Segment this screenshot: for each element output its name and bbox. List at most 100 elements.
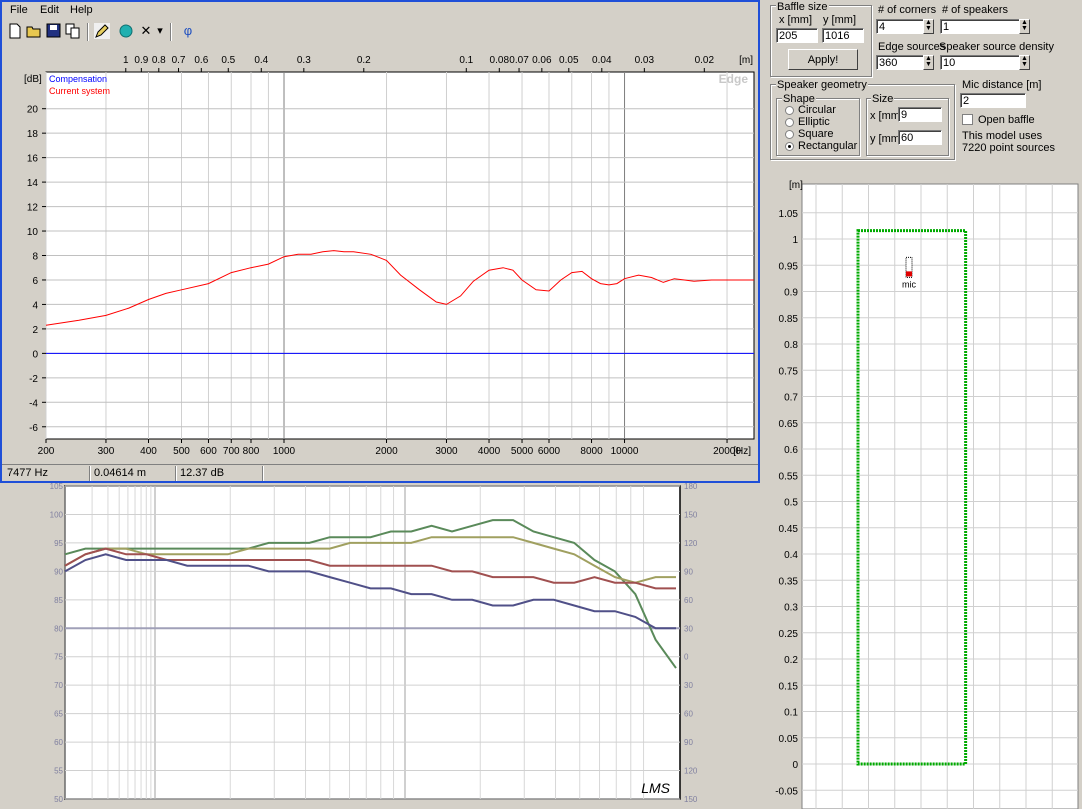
new-file-icon[interactable] [7,23,23,39]
speakers-input[interactable]: 1 [940,19,1030,34]
radio-rectangular[interactable] [785,142,794,151]
baffle-y-tick-label: 0.9 [784,288,798,299]
lms-y2-tick-label: 120 [684,539,698,548]
y-tick-label: 16 [27,154,39,165]
top-tick-label: 0.2 [357,55,371,66]
x-tick-label: 700 [223,446,240,457]
y-tick-label: 14 [27,178,39,189]
baffle-x-label: x [mm] [779,14,812,26]
lms-y-tick-label: 50 [54,795,63,804]
lms-y-tick-label: 80 [54,624,63,633]
density-input[interactable]: 10 [940,55,1030,70]
frequency-response-plot[interactable]: -6 -4 -2 0 2 4 6 8 10 12 14 16 18 20 200 300 400 500 600 70… [2,44,758,464]
lms-y2-tick-label: 180 [684,483,698,491]
y-tick-label: 6 [32,276,38,287]
mic-marker-icon [906,271,912,277]
menu-edit[interactable]: Edit [40,4,59,16]
baffle-plot: -0.05 0 0.05 0.1 0.15 0.2 0.25 0.3 0.35 0.4 0.45 0.… [775,180,1079,809]
baffle-plot-area [801,183,1079,809]
size-x-input[interactable]: 9 [898,107,942,122]
speakers-spinner[interactable]: ▲ ▼ [1019,19,1030,34]
baffle-y-input[interactable]: 1016 [822,28,864,43]
y-tick-label: 4 [32,300,38,311]
save-icon[interactable] [46,23,62,39]
lms-y2-tick-label: 30 [684,624,693,633]
baffle-y-tick-label: 0.25 [779,629,799,640]
main-window: File Edit Help ✕ ▾ φ -6 -4 -2 0 2 4 6 8 10 12 14 16… [0,0,760,483]
copy-icon[interactable] [65,23,81,39]
radio-rectangular-label: Rectangular [798,140,858,152]
top-tick-label: 0.7 [172,55,186,66]
top-tick-label: 0.1 [459,55,473,66]
open-folder-icon[interactable] [26,23,42,39]
radio-circular-label: Circular [798,104,836,116]
status-bar: 7477 Hz 0.04614 m 12.37 dB [2,464,758,482]
open-baffle-checkbox[interactable] [962,114,973,125]
edge-watermark: Edge [719,72,749,86]
menu-file[interactable]: File [10,4,28,16]
legend-current-system: Current system [49,86,110,96]
radio-square-label: Square [798,128,834,140]
geometry-panel: Baffle size x [mm] y [mm] 205 1016 Apply… [766,0,1082,170]
x-tick-label: 6000 [538,446,561,457]
dropdown-icon[interactable]: ▾ [155,23,165,39]
x-tick-label: 800 [243,446,260,457]
baffle-y-tick-label: 0.1 [784,708,798,719]
baffle-y-tick-label: 0.75 [779,366,799,377]
baffle-size-label: Baffle size [776,1,829,13]
edge-sources-spinner[interactable]: ▲ ▼ [923,55,934,70]
lms-y-tick-label: 95 [54,539,63,548]
size-y-input[interactable]: 60 [898,130,942,145]
baffle-y-tick-label: 0.65 [779,419,799,430]
close-x-icon[interactable]: ✕ [138,23,154,39]
radio-elliptic[interactable] [785,118,794,127]
mic-distance-label: Mic distance [m] [962,79,1042,91]
model-note-line1: This model uses [962,130,1043,142]
teal-icon[interactable] [118,23,134,39]
y-tick-label: -2 [29,374,38,385]
lms-y2-tick-label: 60 [684,710,693,719]
edge-sources-label: Edge sources [878,41,946,53]
spin-down-icon: ▼ [925,61,932,68]
phi-icon[interactable]: φ [180,23,196,39]
corners-spinner[interactable]: ▲ ▼ [923,19,934,34]
apply-button[interactable]: Apply! [788,49,858,70]
baffle-x-input[interactable]: 205 [776,28,818,43]
y-axis-unit: [dB] [24,74,42,85]
pencil-icon[interactable] [94,23,110,39]
status-divider [89,466,91,481]
lms-y-tick-label: 60 [54,738,63,747]
menu-help[interactable]: Help [70,4,93,16]
status-frequency: 7477 Hz [7,467,48,479]
baffle-y-tick-label: 0.5 [784,498,798,509]
status-divider [175,466,177,481]
top-tick-label: 0.4 [254,55,268,66]
baffle-y-tick-label: 0.45 [779,524,799,535]
density-spinner[interactable]: ▲ ▼ [1019,55,1030,70]
top-tick-label: 0.8 [152,55,166,66]
lms-y-tick-label: 85 [54,596,63,605]
y-tick-label: 0 [32,349,38,360]
baffle-y-label: y [mm] [823,14,856,26]
top-tick-label: 0.3 [297,55,311,66]
radio-elliptic-label: Elliptic [798,116,830,128]
status-divider [262,466,264,481]
baffle-y-unit: [m] [789,180,803,191]
corners-label: # of corners [878,4,937,16]
top-tick-label: 0.6 [194,55,208,66]
x-tick-label: 2000 [375,446,398,457]
lms-y-tick-label: 55 [54,767,63,776]
lms-y2-tick-label: 0 [684,653,689,662]
speakers-label: # of speakers [942,4,1009,16]
status-level: 12.37 dB [180,467,225,479]
top-tick-label: 0.05 [559,55,579,66]
lms-y-tick-label: 65 [54,710,63,719]
y-tick-label: -4 [29,398,38,409]
baffle-y-tick-label: 0.6 [784,445,798,456]
radio-square[interactable] [785,130,794,139]
top-tick-label: 0.5 [221,55,235,66]
mic-distance-input[interactable]: 2 [960,93,1026,108]
y-tick-label: 18 [27,129,39,140]
top-tick-label: 0.07 [509,55,529,66]
radio-circular[interactable] [785,106,794,115]
